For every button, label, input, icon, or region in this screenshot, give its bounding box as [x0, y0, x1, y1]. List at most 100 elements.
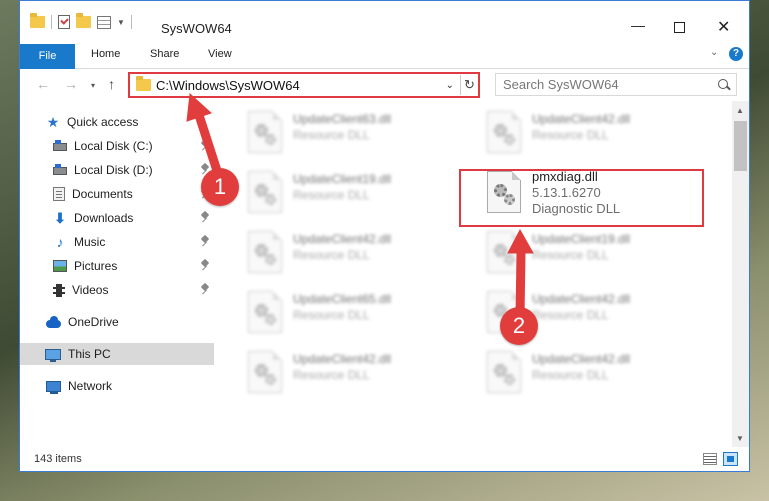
file-name: UpdateClient42.dll	[293, 352, 392, 366]
sidebar-item-videos[interactable]: Videos	[53, 279, 216, 301]
sidebar-item-music[interactable]: ♪ Music	[53, 231, 216, 253]
new-folder-icon[interactable]	[76, 13, 91, 28]
file-item[interactable]: UpdateClient42.dll Resource DLL	[479, 107, 709, 157]
file-list: UpdateClient63.dll Resource DLL UpdateCli…	[217, 101, 732, 441]
sidebar-item-label: OneDrive	[68, 315, 119, 329]
file-type: Resource DLL	[532, 128, 609, 142]
up-button[interactable]: ↑	[108, 76, 115, 92]
search-icon[interactable]	[718, 78, 730, 91]
pictures-icon	[53, 260, 67, 272]
maximize-button[interactable]	[674, 22, 685, 33]
scroll-up-icon[interactable]: ▲	[736, 106, 744, 115]
file-item[interactable]: UpdateClient65.dll Resource DLL	[240, 287, 470, 337]
tab-home[interactable]: Home	[91, 48, 120, 60]
pin-icon[interactable]	[201, 284, 209, 295]
minimize-button[interactable]: —	[631, 17, 645, 33]
highlight-box-pmxdiag	[459, 169, 704, 227]
file-name: UpdateClient63.dll	[293, 112, 392, 126]
file-name: UpdateClient65.dll	[293, 292, 392, 306]
help-icon[interactable]: ?	[729, 47, 743, 61]
pin-icon[interactable]	[201, 236, 209, 247]
recent-locations-chevron-icon[interactable]: ▾	[91, 81, 95, 90]
large-icons-view-icon[interactable]	[723, 452, 738, 466]
file-type: Resource DLL	[532, 368, 609, 382]
dll-file-icon	[248, 111, 282, 153]
file-name: UpdateClient42.dll	[532, 292, 631, 306]
file-item[interactable]: UpdateClient19.dll Resource DLL	[240, 167, 470, 217]
file-item[interactable]: UpdateClient19.dll Resource DLL	[479, 227, 709, 277]
window-title: SysWOW64	[161, 21, 232, 36]
address-dropdown-chevron-icon[interactable]: ⌄	[446, 80, 454, 91]
sidebar-item-label: Pictures	[74, 259, 118, 273]
file-type: Resource DLL	[532, 308, 609, 322]
sidebar-item-label: Documents	[72, 187, 133, 201]
sidebar-item-label: Local Disk (D:)	[74, 163, 153, 177]
search-input[interactable]: Search SysWOW64	[503, 77, 718, 92]
file-type: Resource DLL	[293, 308, 370, 322]
sidebar-item-downloads[interactable]: ⬇ Downloads	[53, 207, 216, 229]
file-type: Resource DLL	[293, 368, 370, 382]
step-marker-2: 2	[500, 307, 538, 345]
file-item[interactable]: UpdateClient42.dll Resource DLL	[240, 227, 470, 277]
sidebar-item-label: Videos	[72, 283, 109, 297]
expand-ribbon-chevron-icon[interactable]: ⌄	[710, 47, 718, 58]
sidebar-item-this-pc[interactable]: This PC	[20, 343, 214, 365]
sidebar-item-label: Music	[74, 235, 106, 249]
sidebar-item-pictures[interactable]: Pictures	[53, 255, 216, 277]
sidebar-item-onedrive[interactable]: OneDrive	[46, 311, 119, 333]
properties-check-icon[interactable]	[58, 15, 70, 29]
disk-icon	[53, 164, 67, 175]
folder-icon[interactable]	[30, 13, 45, 28]
explorer-window: ▼ SysWOW64 — ✕ File Home Share View ⌄ ? …	[19, 0, 750, 472]
dll-file-icon	[248, 171, 282, 213]
scroll-down-icon[interactable]: ▼	[736, 434, 744, 443]
tab-share[interactable]: Share	[150, 48, 179, 60]
title-bar: ▼ SysWOW64 — ✕	[20, 1, 749, 41]
pin-icon[interactable]	[201, 212, 209, 223]
tab-file[interactable]: File	[20, 44, 75, 69]
videos-icon	[53, 283, 65, 297]
music-icon: ♪	[56, 233, 64, 250]
scrollbar-thumb[interactable]	[734, 121, 747, 171]
file-name: UpdateClient42.dll	[532, 352, 631, 366]
refresh-button[interactable]: ↻	[460, 75, 478, 95]
file-type: Resource DLL	[293, 128, 370, 142]
close-button[interactable]: ✕	[717, 17, 730, 37]
star-icon: ★	[46, 113, 60, 130]
pin-icon[interactable]	[201, 260, 209, 271]
sidebar-item-documents[interactable]: Documents	[53, 183, 216, 205]
sidebar-item-network[interactable]: Network	[46, 375, 112, 397]
vertical-scrollbar[interactable]: ▲ ▼	[732, 101, 749, 447]
address-bar[interactable]: C:\Windows\SysWOW64 ⌄ ↻	[128, 72, 480, 98]
step-marker-1: 1	[201, 168, 239, 206]
folder-icon	[136, 76, 151, 91]
sidebar-item-local-disk-d[interactable]: Local Disk (D:)	[53, 159, 216, 181]
forward-button[interactable]: →	[64, 76, 78, 92]
sidebar-item-quick-access[interactable]: ★ Quick access	[46, 111, 139, 133]
disk-icon	[53, 140, 67, 151]
pin-icon[interactable]	[201, 140, 209, 151]
sidebar-item-label: Quick access	[67, 115, 139, 129]
file-item[interactable]: UpdateClient42.dll Resource DLL	[479, 347, 709, 397]
file-item[interactable]: UpdateClient42.dll Resource DLL	[240, 347, 470, 397]
back-button[interactable]: ←	[36, 76, 50, 92]
details-view-icon[interactable]	[703, 453, 717, 465]
status-bar: 143 items	[20, 448, 749, 471]
sidebar-item-label: Network	[68, 379, 113, 393]
dll-file-icon	[487, 111, 521, 153]
quick-access-toolbar: ▼	[30, 13, 132, 29]
file-type: Resource DLL	[293, 188, 370, 202]
toolbar-divider	[130, 15, 132, 29]
sidebar-item-local-disk-c[interactable]: Local Disk (C:)	[53, 135, 216, 157]
file-item[interactable]: UpdateClient63.dll Resource DLL	[240, 107, 470, 157]
file-name: UpdateClient19.dll	[293, 172, 392, 186]
properties-icon[interactable]	[97, 15, 111, 29]
item-count: 143 items	[34, 453, 82, 465]
this-pc-icon	[45, 348, 61, 362]
navigation-bar: ← → ▾ ↑ C:\Windows\SysWOW64 ⌄ ↻ Search S…	[20, 69, 749, 101]
address-path[interactable]: C:\Windows\SysWOW64	[156, 78, 446, 93]
search-box[interactable]: Search SysWOW64	[495, 73, 737, 96]
customize-toolbar-chevron-icon[interactable]: ▼	[117, 18, 125, 27]
file-name: UpdateClient19.dll	[532, 232, 631, 246]
tab-view[interactable]: View	[208, 48, 232, 60]
